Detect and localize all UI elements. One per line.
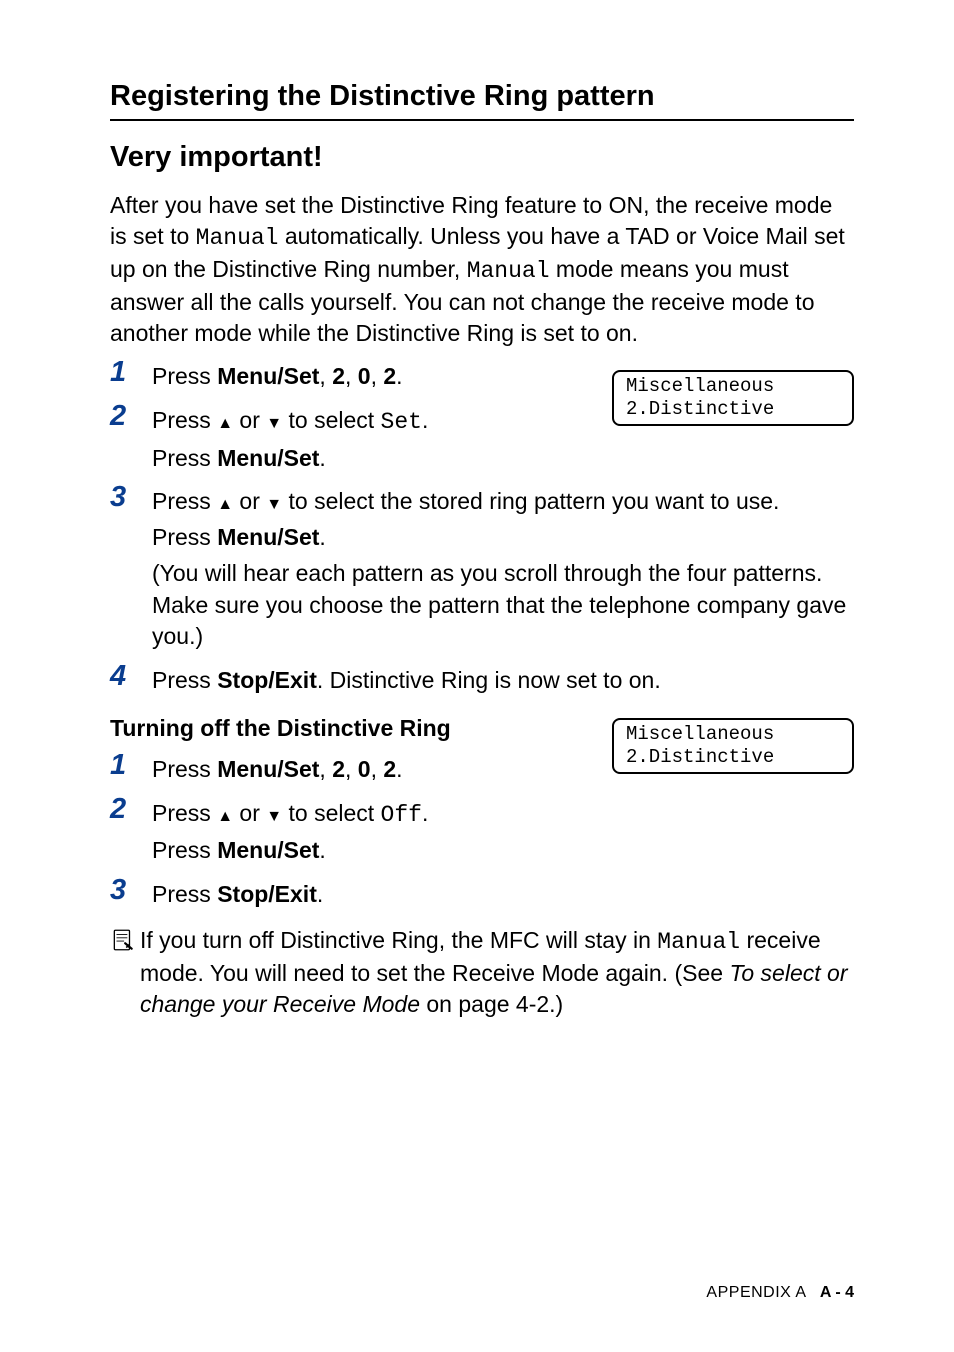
text: or	[233, 407, 266, 433]
text: ,	[371, 363, 384, 389]
bold-text: Stop/Exit	[217, 667, 317, 693]
step-body: Press ▲ or ▼ to select the stored ring p…	[152, 482, 854, 657]
text: Press	[152, 363, 217, 389]
bold-text: Menu/Set	[217, 363, 319, 389]
text: Press	[152, 881, 217, 907]
lcd-display-2: Miscellaneous 2.Distinctive	[612, 718, 854, 774]
bold-text: 0	[358, 756, 371, 782]
page-footer: APPENDIX A A - 4	[706, 1284, 854, 1302]
triangle-up-icon: ▲	[217, 494, 233, 516]
lcd-line-2: 2.Distinctive	[626, 746, 840, 769]
text: on page 4-2.)	[420, 991, 563, 1017]
bold-text: Menu/Set	[217, 756, 319, 782]
mono-text: Manual	[657, 929, 740, 955]
text: Press	[152, 837, 217, 863]
step-list-2: 1 Press Menu/Set, 2, 0, 2. 2 Press ▲ or …	[110, 750, 854, 915]
bold-text: 2	[383, 756, 396, 782]
paren-text: (You will hear each pattern as you scrol…	[152, 558, 854, 653]
step-number: 3	[110, 482, 152, 514]
mono-text: Set	[381, 409, 422, 435]
triangle-up-icon: ▲	[217, 413, 233, 435]
step-number: 1	[110, 357, 152, 389]
bold-text: 2	[332, 756, 345, 782]
text: Press	[152, 488, 217, 514]
step-number: 2	[110, 401, 152, 433]
step-number: 3	[110, 875, 152, 907]
bold-text: Menu/Set	[217, 524, 319, 550]
text: ,	[371, 756, 384, 782]
step-number: 4	[110, 661, 152, 693]
bold-text: Menu/Set	[217, 445, 319, 471]
bold-text: Stop/Exit	[217, 881, 317, 907]
note-block: If you turn off Distinctive Ring, the MF…	[110, 925, 854, 1020]
step-body: Press Menu/Set, 2, 0, 2.	[152, 750, 602, 790]
step-body: Press Stop/Exit.	[152, 875, 854, 915]
text: .	[319, 524, 325, 550]
text: to select	[282, 407, 380, 433]
step-body: Press Stop/Exit. Distinctive Ring is now…	[152, 661, 854, 701]
text: ,	[319, 363, 332, 389]
lcd-line-1: Miscellaneous	[626, 375, 840, 398]
mono-text: Off	[381, 802, 422, 828]
text: to select the stored ring pattern you wa…	[282, 488, 779, 514]
step-number: 2	[110, 794, 152, 826]
bold-text: Menu/Set	[217, 837, 319, 863]
text: ,	[345, 756, 358, 782]
step-4: 4 Press Stop/Exit. Distinctive Ring is n…	[110, 661, 854, 701]
text: Press	[152, 407, 217, 433]
text: Press	[152, 524, 217, 550]
step-3: 3 Press ▲ or ▼ to select the stored ring…	[110, 482, 854, 657]
intro-mono-2: Manual	[467, 258, 550, 284]
text: If you turn off Distinctive Ring, the MF…	[140, 927, 657, 953]
text: or	[233, 800, 266, 826]
text: or	[233, 488, 266, 514]
triangle-down-icon: ▼	[266, 413, 282, 435]
text: to select	[282, 800, 380, 826]
lcd-line-1: Miscellaneous	[626, 723, 840, 746]
text: .	[396, 363, 402, 389]
triangle-down-icon: ▼	[266, 494, 282, 516]
text: Press	[152, 667, 217, 693]
lcd-display-1: Miscellaneous 2.Distinctive	[612, 370, 854, 426]
text: .	[317, 881, 323, 907]
text: ,	[319, 756, 332, 782]
text: .	[422, 407, 428, 433]
bold-text: 2	[332, 363, 345, 389]
heading-rule	[110, 119, 854, 121]
text: Press	[152, 756, 217, 782]
text: Press	[152, 800, 217, 826]
triangle-down-icon: ▼	[266, 806, 282, 828]
section-heading: Registering the Distinctive Ring pattern	[110, 80, 854, 113]
step-body: Press Menu/Set, 2, 0, 2.	[152, 357, 602, 397]
step-2b: 2 Press ▲ or ▼ to select Off. Press Menu…	[110, 794, 854, 871]
sub-heading: Very important!	[110, 141, 854, 174]
note-text: If you turn off Distinctive Ring, the MF…	[140, 925, 854, 1020]
text: .	[319, 837, 325, 863]
step-body: Press ▲ or ▼ to select Set. Press Menu/S…	[152, 401, 602, 478]
step-number: 1	[110, 750, 152, 782]
text: ,	[345, 363, 358, 389]
text: Press	[152, 445, 217, 471]
text: . Distinctive Ring is now set to on.	[317, 667, 661, 693]
bold-text: 2	[383, 363, 396, 389]
note-icon	[110, 925, 140, 958]
step-body: Press ▲ or ▼ to select Off. Press Menu/S…	[152, 794, 602, 871]
step-3b: 3 Press Stop/Exit.	[110, 875, 854, 915]
intro-mono-1: Manual	[196, 225, 279, 251]
triangle-up-icon: ▲	[217, 806, 233, 828]
intro-paragraph: After you have set the Distinctive Ring …	[110, 190, 854, 349]
footer-label: APPENDIX A	[706, 1284, 806, 1301]
bold-text: 0	[358, 363, 371, 389]
footer-page: A - 4	[820, 1284, 854, 1301]
text: .	[396, 756, 402, 782]
text: .	[422, 800, 428, 826]
lcd-line-2: 2.Distinctive	[626, 398, 840, 421]
text: .	[319, 445, 325, 471]
